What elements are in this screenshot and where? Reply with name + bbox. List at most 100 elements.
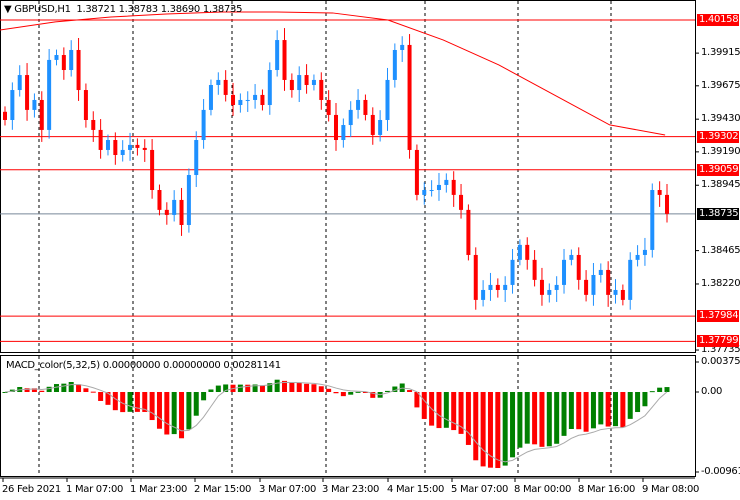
candle-body — [363, 99, 368, 115]
candle-body — [142, 147, 147, 150]
candle-body — [267, 70, 272, 106]
candle-body — [186, 175, 191, 226]
macd-bar — [620, 392, 626, 428]
level-price-tag: 1.39302 — [697, 130, 739, 143]
macd-axis-label: 0.0037521 — [701, 356, 740, 367]
candle-body — [392, 49, 397, 80]
macd-title: MACD_color(5,32,5) 0.00000000 0.00000000… — [6, 360, 281, 371]
time-axis-label: 8 Mar 16:00 — [578, 484, 636, 495]
price-axis-label: 1.38945 — [701, 179, 740, 191]
low-value: 1.38690 — [160, 4, 201, 15]
price-axis-label: 1.39430 — [701, 113, 740, 125]
time-axis-label: 1 Mar 07:00 — [66, 484, 124, 495]
macd-bar — [340, 392, 346, 397]
macd-bar — [274, 379, 280, 392]
macd-bar — [105, 392, 111, 405]
macd-bar — [237, 384, 243, 392]
current-price-tag: 1.38735 — [697, 207, 739, 220]
macd-bar — [76, 384, 82, 392]
macd-bar — [127, 392, 133, 412]
candle-body — [128, 144, 133, 150]
price-chart[interactable] — [0, 0, 740, 500]
macd-bar — [532, 392, 538, 445]
time-axis-label: 5 Mar 07:00 — [451, 484, 509, 495]
candle-body — [517, 244, 522, 260]
high-value: 1.38783 — [118, 4, 159, 15]
candle-body — [282, 40, 287, 80]
macd-bar — [561, 392, 567, 436]
price-axis-label: 1.39190 — [701, 145, 740, 157]
candle-body — [150, 149, 155, 190]
macd-bar — [598, 392, 604, 425]
macd-bar — [443, 392, 449, 428]
macd-bar — [98, 392, 104, 401]
candle-body — [164, 209, 169, 215]
close-value: 1.38735 — [202, 4, 243, 15]
candle-body — [179, 199, 184, 226]
collapse-triangle-icon[interactable]: ▼ — [4, 4, 12, 15]
time-axis-label: 1 Mar 23:00 — [130, 484, 188, 495]
price-axis-label: 1.38220 — [701, 277, 740, 289]
candle-body — [488, 284, 493, 290]
macd-bar — [156, 392, 162, 429]
candle-body — [341, 125, 346, 141]
candle-body — [525, 244, 530, 260]
candle-body — [208, 84, 213, 110]
macd-bar — [473, 392, 479, 461]
candle-body — [473, 254, 478, 300]
level-price-tag: 1.37799 — [697, 335, 739, 348]
candle-body — [584, 279, 589, 295]
candle-body — [370, 114, 375, 135]
candle-body — [334, 114, 338, 141]
macd-bar — [635, 392, 641, 413]
candle-body — [32, 99, 37, 110]
macd-bar — [627, 392, 633, 419]
macd-bar — [583, 392, 589, 432]
macd-bar — [318, 386, 324, 392]
candle-body — [3, 111, 7, 120]
time-axis-label: 8 Mar 00:00 — [514, 484, 572, 495]
macd-bar — [201, 392, 207, 401]
candle-body — [25, 75, 30, 110]
macd-bar — [649, 391, 655, 393]
macd-bar — [112, 392, 118, 411]
candle-body — [356, 99, 361, 110]
candle-body — [120, 149, 125, 155]
candle-body — [238, 99, 243, 106]
macd-bar — [576, 392, 582, 430]
candle-body — [113, 140, 118, 155]
candle-body — [98, 129, 103, 150]
candle-body — [83, 90, 88, 120]
candle-body — [503, 284, 508, 290]
time-axis-label: 3 Mar 23:00 — [322, 484, 380, 495]
macd-bar — [642, 392, 648, 407]
candle-body — [429, 189, 434, 191]
candle-body — [635, 254, 640, 260]
candle-body — [253, 94, 258, 100]
candle-body — [275, 40, 280, 71]
candle-body — [436, 184, 441, 190]
macd-bar — [517, 392, 523, 448]
candle-body — [231, 94, 236, 106]
candle-body — [223, 79, 228, 95]
macd-bar — [480, 392, 486, 467]
candle-body — [172, 199, 177, 215]
macd-bar — [524, 392, 530, 444]
candle-body — [54, 55, 59, 60]
candle-body — [319, 79, 324, 100]
candle-body — [400, 44, 405, 50]
candle-body — [201, 109, 206, 141]
chart-window[interactable]: ▼ GBPUSD,H1 1.38721 1.38783 1.38690 1.38… — [0, 0, 740, 500]
candle-body — [606, 269, 611, 295]
candle-body — [422, 189, 427, 195]
macd-bar — [289, 382, 295, 392]
macd-bar — [546, 392, 552, 447]
candle-body — [69, 49, 74, 71]
time-axis-label: 26 Feb 2021 — [2, 484, 61, 495]
price-axis-label: 1.39675 — [701, 79, 740, 91]
candle-body — [385, 79, 390, 120]
candle-body — [495, 284, 500, 290]
macd-bar — [502, 392, 508, 466]
candle-body — [311, 79, 316, 85]
candle-body — [194, 140, 199, 176]
